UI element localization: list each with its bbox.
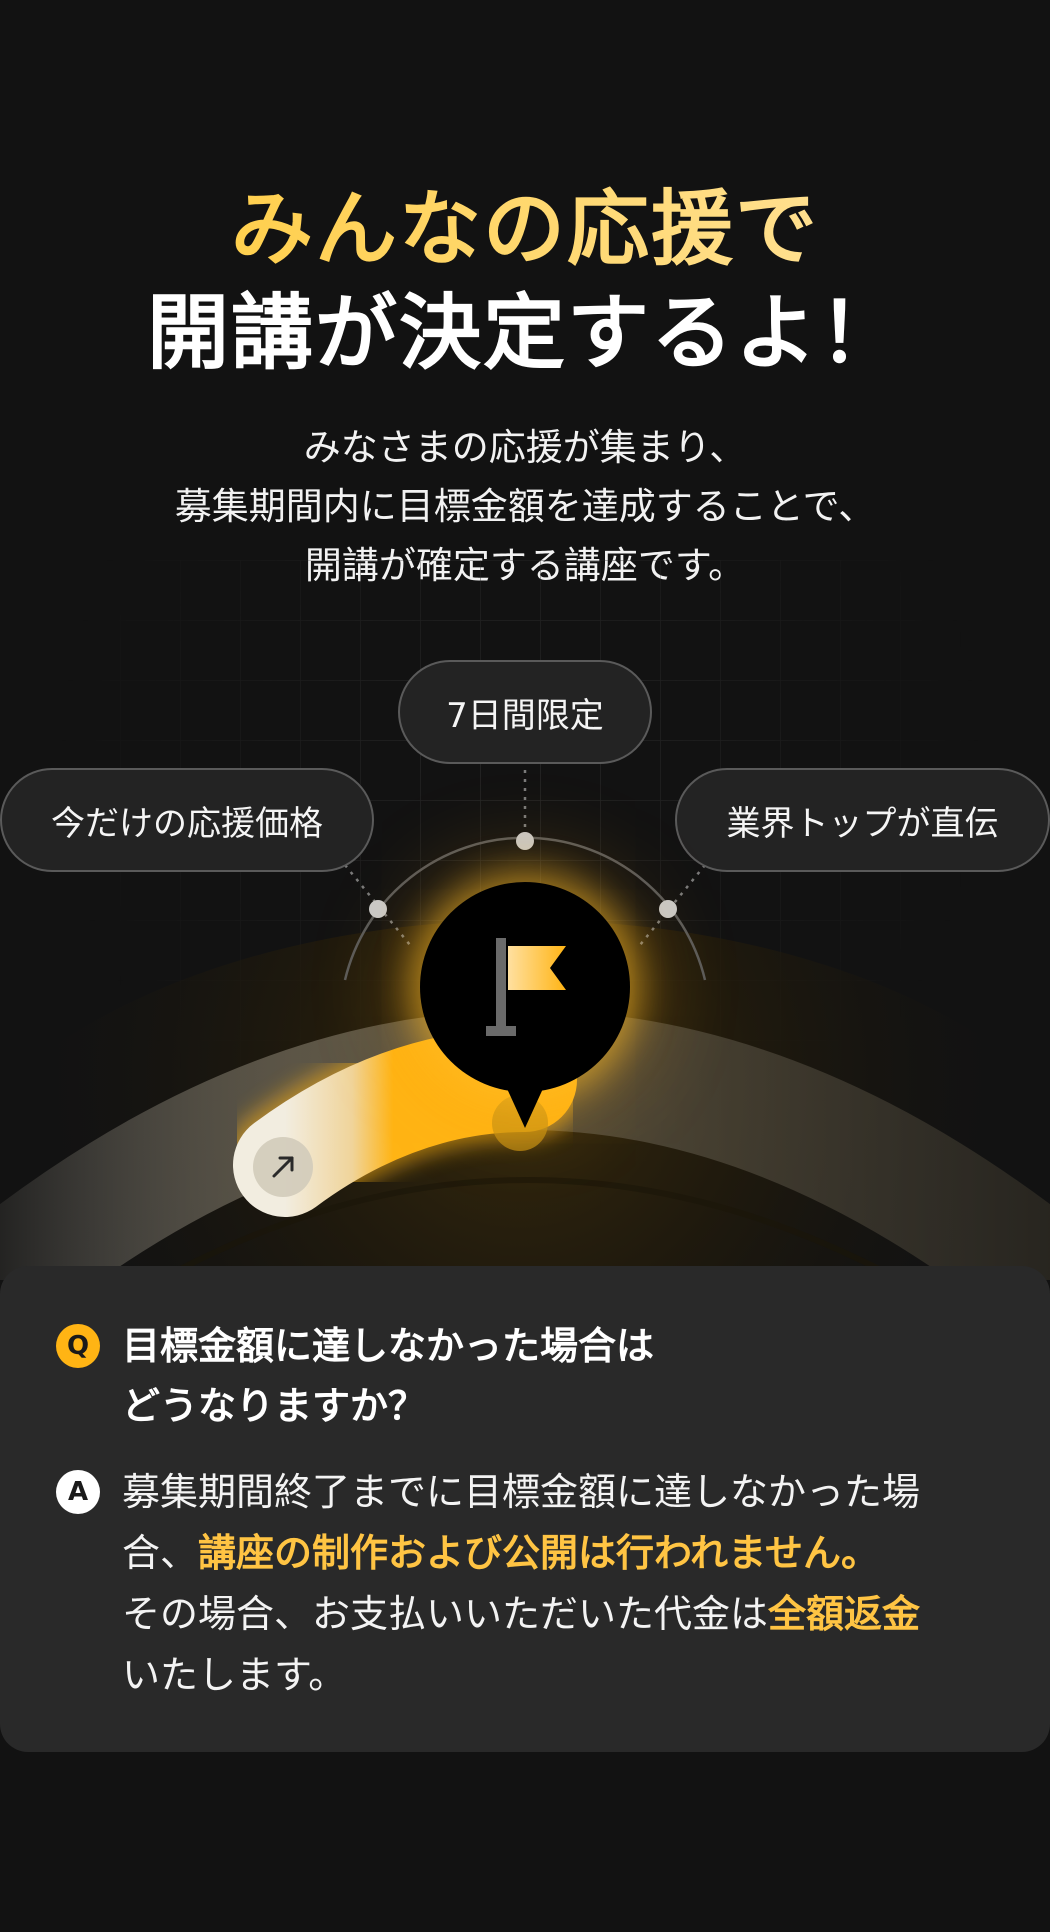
answer-part-3: いたします。 xyxy=(122,1653,347,1697)
headline-line-1: みんなの応援で xyxy=(0,178,1050,282)
headline-line-2: 開講が決定するよ！ xyxy=(146,286,903,381)
page-headline: みんなの応援で 開講が決定するよ！ xyxy=(0,178,1050,386)
faq-answer: A 募集期間終了までに目標金額に達しなかった場合、講座の制作および公開は行われま… xyxy=(56,1462,994,1706)
question-line-2: どうなりますか？ xyxy=(122,1384,427,1428)
page: みんなの応援で 開講が決定するよ！ みなさまの応援が集まり、 募集期間内に目標金… xyxy=(0,0,1050,1932)
answer-text: 募集期間終了までに目標金額に達しなかった場合、講座の制作および公開は行われません… xyxy=(122,1462,994,1706)
question-icon: Q xyxy=(56,1324,100,1368)
flag-badge-pointer xyxy=(504,1082,546,1128)
answer-part-2: その場合、お支払いいただいた代金は xyxy=(122,1592,769,1636)
pill-industry-top: 業界トップが直伝 xyxy=(675,768,1050,872)
answer-icon: A xyxy=(56,1470,100,1514)
pill-support-price: 今だけの応援価格 xyxy=(0,768,374,872)
faq-question: Q 目標金額に達しなかった場合は どうなりますか？ xyxy=(56,1316,994,1436)
flag-icon xyxy=(486,938,566,1036)
question-text: 目標金額に達しなかった場合は どうなりますか？ xyxy=(122,1316,654,1436)
lead-line-1: みなさまの応援が集まり、 xyxy=(303,426,747,469)
lead-line-2: 募集期間内に目標金額を達成することで、 xyxy=(174,485,876,528)
question-line-1: 目標金額に達しなかった場合は xyxy=(122,1324,655,1368)
answer-highlight-full-refund: 全額返金 xyxy=(768,1592,921,1636)
answer-highlight-no-production: 講座の制作および公開は行われません。 xyxy=(198,1531,879,1575)
pill-limited-7-days: 7日間限定 xyxy=(398,660,652,764)
